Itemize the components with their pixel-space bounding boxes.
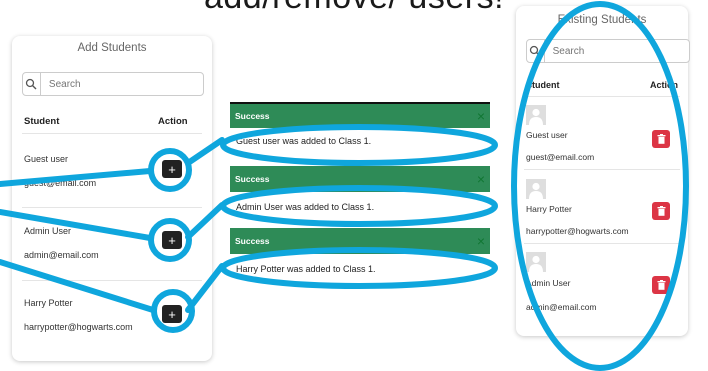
add-col-action: Action bbox=[158, 116, 188, 127]
student-name: Guest user bbox=[24, 154, 69, 164]
student-email: harrypotter@hogwarts.com bbox=[526, 226, 629, 236]
close-icon[interactable]: × bbox=[477, 172, 485, 186]
add-col-student: Student bbox=[24, 116, 60, 127]
student-email: guest@email.com bbox=[24, 178, 97, 188]
student-name: Guest user bbox=[526, 130, 568, 140]
student-email: admin@email.com bbox=[526, 302, 597, 312]
student-email: admin@email.com bbox=[24, 250, 99, 260]
trash-icon bbox=[657, 206, 665, 216]
search-icon bbox=[527, 40, 545, 62]
student-email: guest@email.com bbox=[526, 152, 595, 162]
add-students-panel: Add Students Student Action Guest user g… bbox=[12, 36, 212, 361]
student-name: Harry Potter bbox=[526, 204, 572, 214]
toast-header: Success × bbox=[230, 228, 490, 254]
avatar-icon bbox=[526, 105, 546, 125]
trash-icon bbox=[657, 280, 665, 290]
trash-icon bbox=[657, 134, 665, 144]
table-row: Harry Potter harrypotter@hogwarts.com + bbox=[12, 281, 212, 361]
toast-message: Admin User was added to Class 1. bbox=[236, 202, 375, 212]
existing-students-title: Existing Students bbox=[557, 14, 647, 26]
table-row: Guest user guest@email.com + bbox=[12, 134, 212, 208]
plus-icon: + bbox=[168, 306, 176, 322]
toast-header: Success × bbox=[230, 102, 490, 128]
plus-icon: + bbox=[168, 232, 176, 248]
plus-icon: + bbox=[168, 161, 176, 177]
toast-message: Guest user was added to Class 1. bbox=[236, 136, 372, 146]
toast-body: Admin User was added to Class 1. bbox=[230, 192, 490, 222]
add-student-button[interactable]: + bbox=[162, 305, 182, 323]
table-row: Admin User admin@email.com + bbox=[12, 208, 212, 280]
student-name: Admin User bbox=[526, 278, 571, 288]
existing-col-action: Action bbox=[650, 80, 678, 90]
add-students-title: Add Students bbox=[77, 42, 147, 54]
table-row: Guest user guest@email.com bbox=[516, 97, 688, 169]
search-icon bbox=[23, 73, 41, 95]
toast-message: Harry Potter was added to Class 1. bbox=[236, 264, 376, 274]
student-name: Harry Potter bbox=[24, 298, 73, 308]
student-name: Admin User bbox=[24, 226, 72, 236]
toast-notification: Success × Guest user was added to Class … bbox=[230, 102, 490, 154]
add-search-input[interactable] bbox=[40, 77, 203, 91]
toast-body: Guest user was added to Class 1. bbox=[230, 128, 490, 154]
toast-title: Success bbox=[235, 236, 270, 246]
close-icon[interactable]: × bbox=[477, 109, 485, 123]
toast-header: Success × bbox=[230, 166, 490, 192]
avatar-icon bbox=[526, 179, 546, 199]
toast-title: Success bbox=[235, 174, 270, 184]
remove-student-button[interactable] bbox=[652, 202, 670, 220]
existing-search-box[interactable] bbox=[526, 39, 690, 63]
add-search-box[interactable] bbox=[22, 72, 204, 96]
existing-search-input[interactable] bbox=[544, 44, 689, 58]
remove-student-button[interactable] bbox=[652, 276, 670, 294]
toast-title: Success bbox=[235, 111, 270, 121]
avatar-icon bbox=[526, 252, 546, 272]
add-student-button[interactable]: + bbox=[162, 160, 182, 178]
remove-student-button[interactable] bbox=[652, 130, 670, 148]
existing-col-student: Student bbox=[526, 80, 560, 90]
toast-body: Harry Potter was added to Class 1. bbox=[230, 254, 490, 284]
existing-students-panel: Existing Students Student Action Guest u… bbox=[516, 6, 690, 336]
toast-notification: Success × Admin User was added to Class … bbox=[230, 166, 490, 222]
close-icon[interactable]: × bbox=[477, 234, 485, 248]
table-row: Harry Potter harrypotter@hogwarts.com bbox=[516, 170, 688, 242]
student-email: harrypotter@hogwarts.com bbox=[24, 322, 133, 332]
table-row: Admin User admin@email.com bbox=[516, 244, 688, 320]
add-student-button[interactable]: + bbox=[162, 231, 182, 249]
toast-notification: Success × Harry Potter was added to Clas… bbox=[230, 228, 490, 284]
